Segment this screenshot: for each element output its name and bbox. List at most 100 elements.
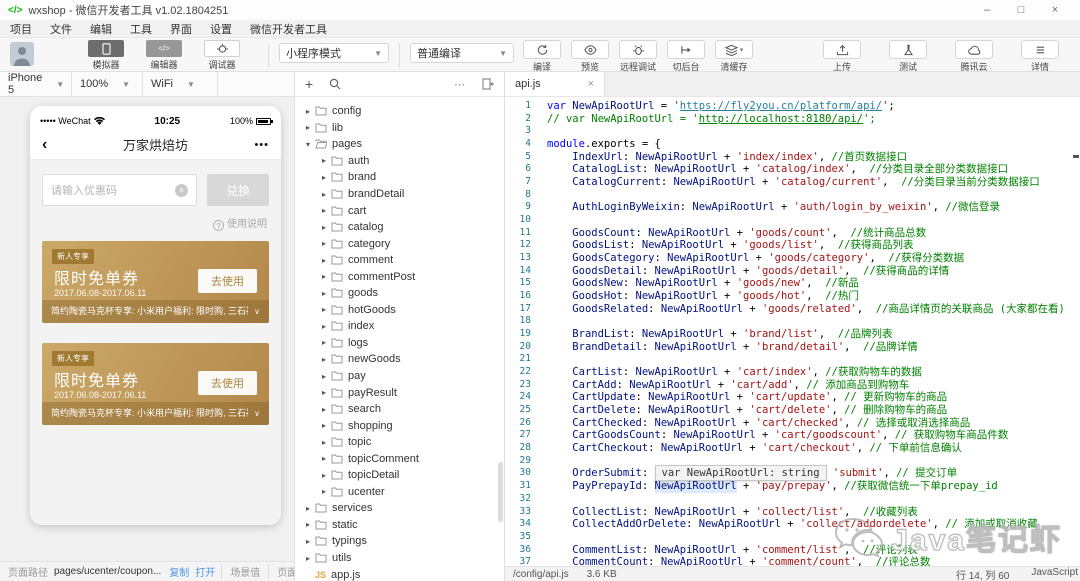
tree-item-lib[interactable]: ▸lib (295, 120, 504, 137)
清缓存-button[interactable]: ▾清缓存 (714, 40, 754, 73)
远程调试-button[interactable]: 远程调试 (618, 40, 658, 73)
上传-button[interactable]: 上传 (822, 40, 862, 73)
切后台-button[interactable]: 切后台 (666, 40, 706, 73)
menu-item-工具[interactable]: 工具 (130, 21, 152, 37)
test-icon (889, 40, 927, 59)
device-dropdown[interactable]: iPhone 5▼ (0, 72, 72, 96)
menu-item-设置[interactable]: 设置 (210, 21, 232, 37)
token-plain: , (844, 506, 863, 519)
tree-item-utils[interactable]: ▸utils (295, 550, 504, 567)
tree-item-auth[interactable]: ▸auth (295, 153, 504, 170)
new-file-button[interactable]: + (305, 76, 313, 92)
more-options-icon[interactable]: ⋯ (454, 78, 466, 91)
miniprogram-title: 万家烘焙坊 (72, 135, 239, 154)
tree-item-app.js[interactable]: JSapp.js (295, 566, 504, 581)
use-coupon-button[interactable]: 去使用 (198, 269, 257, 293)
menu-item-项目[interactable]: 项目 (10, 21, 32, 37)
tree-item-typings[interactable]: ▸typings (295, 533, 504, 550)
maximize-button[interactable]: □ (1004, 4, 1038, 16)
folder-icon (315, 553, 327, 563)
腾讯云-button[interactable]: 腾讯云 (954, 40, 994, 73)
tree-item-topicComment[interactable]: ▸topicComment (295, 450, 504, 467)
page-params-label[interactable]: 页面参数 (268, 564, 294, 579)
tab-api-js[interactable]: api.js × (505, 72, 605, 96)
code-line: 5 IndexUrl: NewApiRootUrl + 'index/index… (505, 151, 1080, 164)
cursor-position-label[interactable]: 行 14, 列 60 (956, 567, 1009, 581)
token-plain: , (819, 328, 838, 341)
token-identifier: CartUpdate (572, 391, 635, 404)
code-area[interactable]: 1var NewApiRootUrl = 'https://fly2you.cn… (505, 97, 1080, 566)
menu-item-微信开发者工具[interactable]: 微信开发者工具 (250, 21, 327, 37)
language-mode-label[interactable]: JavaScript (1031, 567, 1078, 581)
调试器-button[interactable]: 调试器 (200, 40, 244, 71)
editor-status-bar: /config/api.js 3.6 KB 行 14, 列 60 JavaScr… (505, 566, 1080, 581)
open-path-link[interactable]: 打开 (195, 564, 215, 579)
redeem-button[interactable]: 兑换 (207, 174, 269, 206)
search-icon[interactable] (329, 78, 341, 90)
copy-path-link[interactable]: 复制 (169, 564, 189, 579)
tree-item-goods[interactable]: ▸goods (295, 285, 504, 302)
token-identifier: BrandDetail (572, 341, 642, 354)
token-identifier: NewApiRootUrl (661, 303, 743, 316)
tree-item-catalog[interactable]: ▸catalog (295, 219, 504, 236)
tree-item-commentPost[interactable]: ▸commentPost (295, 268, 504, 285)
模拟器-button[interactable]: 模拟器 (84, 40, 128, 71)
tree-item-logs[interactable]: ▸logs (295, 335, 504, 352)
tree-item-topicDetail[interactable]: ▸topicDetail (295, 467, 504, 484)
user-avatar[interactable] (10, 42, 34, 66)
tree-item-comment[interactable]: ▸comment (295, 252, 504, 269)
coupon-card[interactable]: 新人专享限时免单券2017.06.08-2017.06.11去使用简约陶瓷马克杯… (42, 241, 269, 323)
tree-item-services[interactable]: ▸services (295, 500, 504, 517)
详情-button[interactable]: 详情 (1020, 40, 1060, 73)
mode-dropdown[interactable]: 小程序模式 ▼ (279, 43, 389, 63)
menu-item-编辑[interactable]: 编辑 (90, 21, 112, 37)
tree-item-topic[interactable]: ▸topic (295, 434, 504, 451)
more-dots-icon[interactable]: ••• (239, 139, 269, 151)
测试-button[interactable]: 测试 (888, 40, 928, 73)
usage-help-link[interactable]: ?使用说明 (42, 215, 267, 231)
预览-button[interactable]: 预览 (570, 40, 610, 73)
collapse-panel-icon[interactable] (482, 78, 494, 90)
network-value: WiFi (151, 78, 173, 90)
tree-item-pay[interactable]: ▸pay (295, 368, 504, 385)
tree-item-hotGoods[interactable]: ▸hotGoods (295, 302, 504, 319)
use-coupon-button[interactable]: 去使用 (198, 371, 257, 395)
network-dropdown[interactable]: WiFi▼ (143, 72, 218, 96)
tree-item-index[interactable]: ▸index (295, 318, 504, 335)
token-plain: , (819, 239, 838, 252)
tree-item-newGoods[interactable]: ▸newGoods (295, 351, 504, 368)
tree-item-category[interactable]: ▸category (295, 235, 504, 252)
编辑器-button[interactable]: </>编辑器 (142, 40, 186, 71)
coupon-code-input[interactable]: 请输入优惠码 × (42, 174, 197, 206)
tree-item-cart[interactable]: ▸cart (295, 202, 504, 219)
tree-item-payResult[interactable]: ▸payResult (295, 384, 504, 401)
clear-input-icon[interactable]: × (175, 184, 188, 197)
menu-item-界面[interactable]: 界面 (170, 21, 192, 37)
token-comment: //微信登录 (945, 201, 1000, 214)
line-number: 21 (505, 353, 531, 366)
close-tab-icon[interactable]: × (588, 78, 594, 90)
zoom-dropdown[interactable]: 100%▼ (72, 72, 143, 96)
scene-value-label[interactable]: 场景值 (221, 564, 268, 579)
tree-item-pages[interactable]: ▾pages (295, 136, 504, 153)
tree-item-brandDetail[interactable]: ▸brandDetail (295, 186, 504, 203)
tree-item-config[interactable]: ▸config (295, 103, 504, 120)
chevron-down-icon: ▼ (122, 80, 130, 89)
tree-item-search[interactable]: ▸search (295, 401, 504, 418)
coupon-card[interactable]: 新人专享限时免单券2017.06.08-2017.06.11去使用简约陶瓷马克杯… (42, 343, 269, 425)
close-button[interactable]: × (1038, 4, 1072, 16)
token-identifier: NewApiRootUrl (673, 176, 755, 189)
tree-scrollbar-thumb[interactable] (498, 462, 503, 522)
编译-button[interactable]: 编译 (522, 40, 562, 73)
tree-item-brand[interactable]: ▸brand (295, 169, 504, 186)
tree-item-ucenter[interactable]: ▸ucenter (295, 484, 504, 501)
coupon-badge: 新人专享 (52, 351, 94, 366)
back-chevron-icon[interactable]: ‹ (42, 136, 72, 154)
compile-dropdown[interactable]: 普通编译 ▼ (410, 43, 514, 63)
tree-item-static[interactable]: ▸static (295, 517, 504, 534)
coupon-description[interactable]: 简约陶瓷马克杯专享: 小米用户福利: 限时购, 三石福∨ (42, 402, 269, 425)
tree-item-shopping[interactable]: ▸shopping (295, 417, 504, 434)
minimize-button[interactable]: – (970, 4, 1004, 16)
coupon-description[interactable]: 简约陶瓷马克杯专享: 小米用户福利: 限时购, 三石福∨ (42, 300, 269, 323)
menu-item-文件[interactable]: 文件 (50, 21, 72, 37)
